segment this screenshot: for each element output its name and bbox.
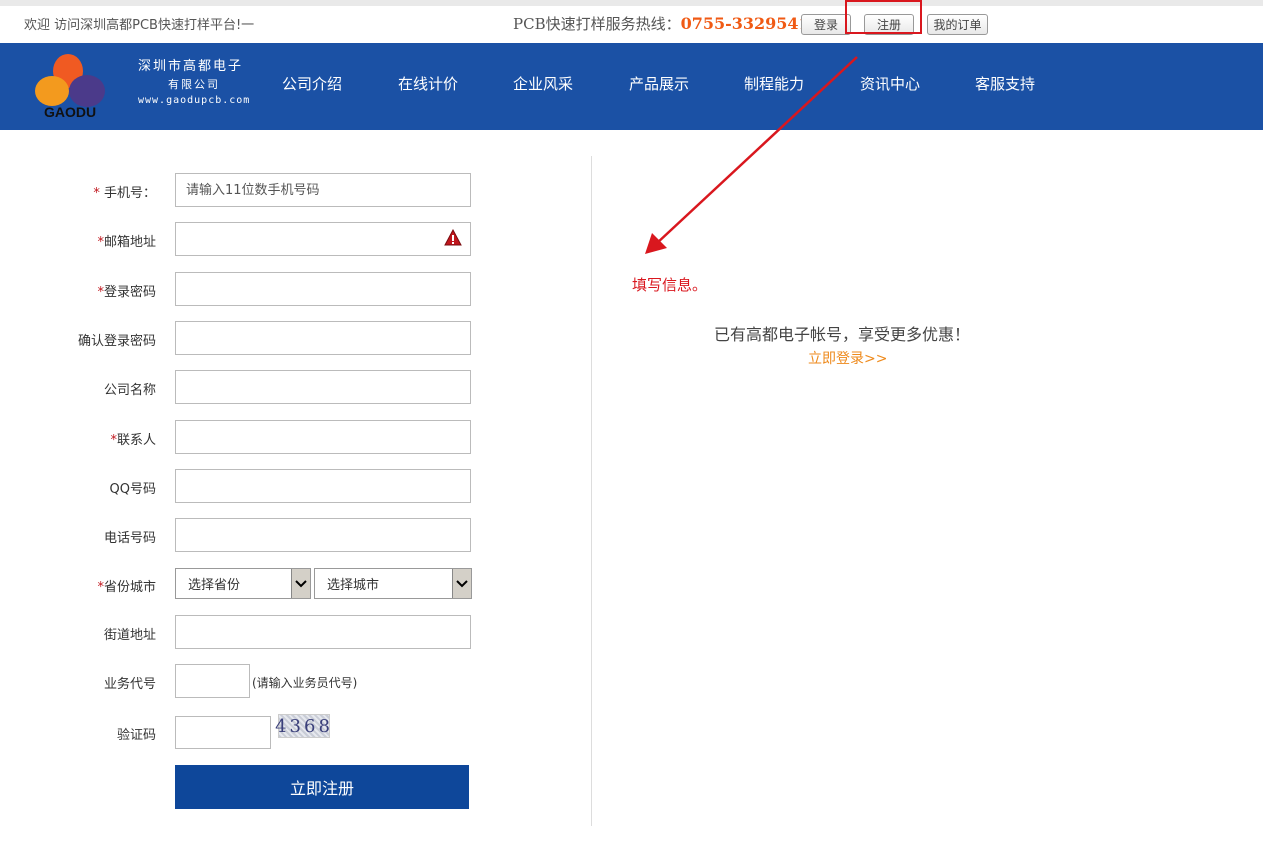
captcha-label: 验证码	[116, 728, 156, 743]
register-submit-button[interactable]: 立即注册	[175, 765, 469, 809]
phone-input[interactable]	[175, 173, 471, 207]
gaodu-logo-icon[interactable]: GAODU	[30, 49, 110, 125]
qq-input[interactable]	[175, 469, 471, 503]
register-button[interactable]: 注册	[864, 14, 914, 35]
tel-input[interactable]	[175, 518, 471, 552]
nav-item-support[interactable]: 客服支持	[975, 73, 1035, 94]
nav-item-news[interactable]: 资讯中心	[860, 73, 920, 94]
contact-input[interactable]	[175, 420, 471, 454]
nav-bar: GAODU 深圳市高都电子 有限公司 www.gaodupcb.com 公司介绍…	[0, 43, 1263, 130]
login-now-link[interactable]: 立即登录>>	[808, 348, 887, 368]
divider	[591, 156, 592, 826]
have-account-text: 已有高都电子帐号，享受更多优惠！	[714, 325, 971, 344]
page: 欢迎 访问深圳高都PCB快速打样平台!一 PCB快速打样服务热线：0755-33…	[0, 0, 1263, 856]
welcome-text: 欢迎 访问深圳高都PCB快速打样平台!一	[24, 18, 255, 33]
email-input[interactable]	[175, 222, 471, 256]
tel-label: 电话号码	[103, 531, 156, 546]
nav-item-company-intro[interactable]: 公司介绍	[282, 73, 342, 94]
city-select-value: 选择城市	[327, 578, 380, 593]
fill-info-annotation: 填写信息。	[632, 276, 708, 294]
password-input[interactable]	[175, 272, 471, 306]
sales-code-label: 业务代号	[103, 677, 156, 692]
qq-label: QQ号码	[109, 482, 156, 497]
confirm-password-label: 确认登录密码	[77, 334, 156, 349]
chevron-down-icon[interactable]	[291, 569, 310, 598]
company-name-line1: 深圳市高都电子	[138, 59, 244, 74]
login-button[interactable]: 登录	[801, 14, 851, 35]
my-orders-button[interactable]: 我的订单	[927, 14, 988, 35]
company-name-block: 深圳市高都电子 有限公司 www.gaodupcb.com	[138, 55, 250, 106]
confirm-password-input[interactable]	[175, 321, 471, 355]
contact-label: *联系人	[110, 433, 156, 448]
logo-text: GAODU	[44, 104, 96, 120]
province-select-value: 选择省份	[188, 578, 241, 593]
captcha-input[interactable]	[175, 716, 271, 749]
company-input[interactable]	[175, 370, 471, 404]
phone-label: * 手机号：	[93, 186, 156, 201]
street-input[interactable]	[175, 615, 471, 649]
hotline: PCB快速打样服务热线：0755-33295413	[513, 13, 821, 34]
nav-item-company-style[interactable]: 企业风采	[513, 73, 573, 94]
nav-item-capability[interactable]: 制程能力	[744, 73, 804, 94]
city-select[interactable]: 选择城市	[314, 568, 472, 599]
street-label: 街道地址	[103, 628, 156, 643]
province-select[interactable]: 选择省份	[175, 568, 311, 599]
company-name-line2: 有限公司	[168, 78, 220, 91]
company-label: 公司名称	[103, 383, 156, 398]
sales-code-hint: (请输入业务员代号)	[252, 676, 358, 690]
top-bar: 欢迎 访问深圳高都PCB快速打样平台!一 PCB快速打样服务热线：0755-33…	[0, 0, 1263, 43]
hotline-number: 0755-33295413	[680, 14, 821, 33]
hotline-label: PCB快速打样服务热线：	[513, 15, 681, 33]
email-label: *邮箱地址	[97, 235, 156, 250]
captcha-image[interactable]: 4368	[275, 714, 330, 738]
region-label: *省份城市	[97, 580, 156, 595]
warning-icon	[444, 229, 462, 246]
password-label: *登录密码	[97, 285, 156, 300]
nav-item-products[interactable]: 产品展示	[629, 73, 689, 94]
sales-code-input[interactable]	[175, 664, 250, 698]
nav-item-online-quote[interactable]: 在线计价	[398, 73, 458, 94]
chevron-down-icon[interactable]	[452, 569, 471, 598]
company-url: www.gaodupcb.com	[138, 95, 251, 106]
